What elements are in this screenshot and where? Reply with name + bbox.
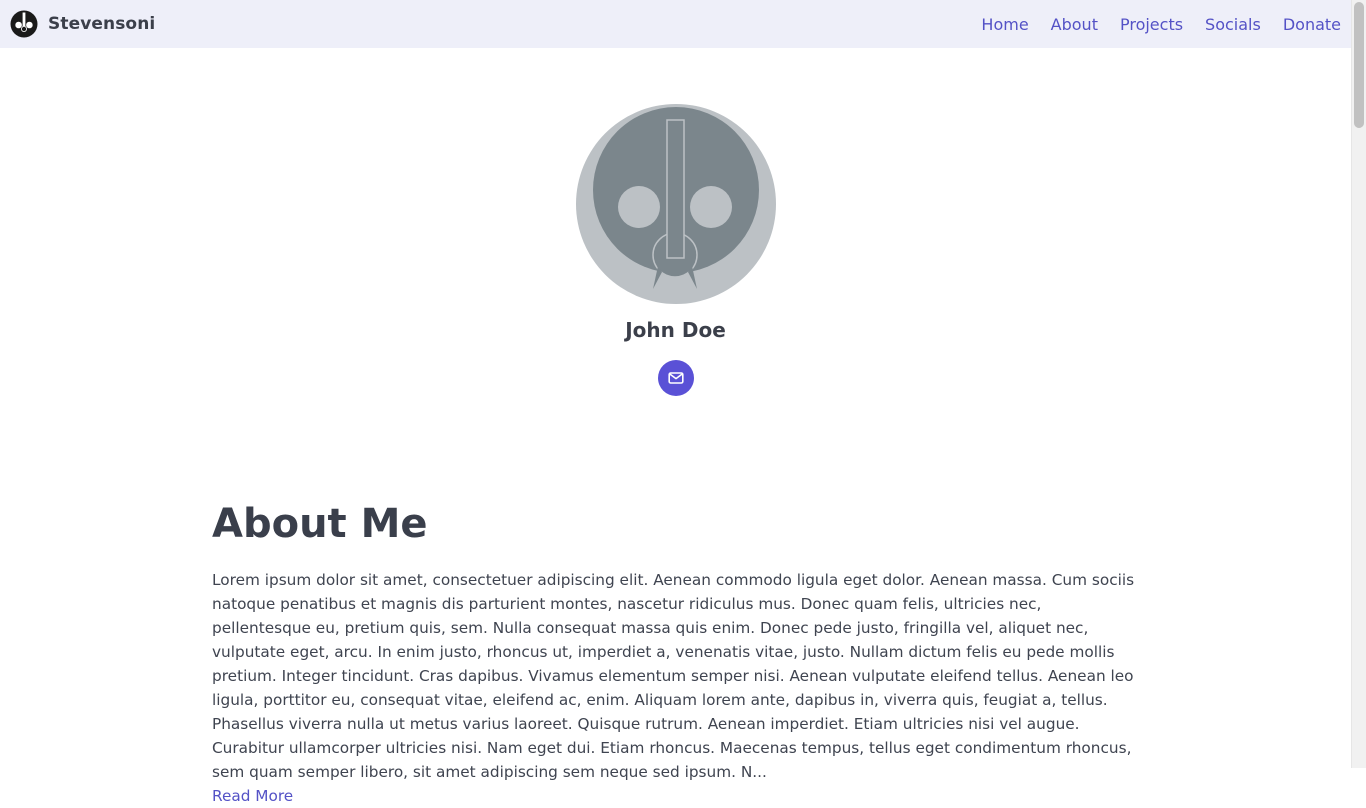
brand[interactable]: Stevensoni: [10, 10, 155, 38]
avatar: [575, 104, 776, 304]
about-title: About Me: [212, 501, 428, 547]
profile-section: John Doe: [0, 104, 1351, 396]
about-section: About Me Lorem ipsum dolor sit amet, con…: [212, 498, 1142, 808]
top-navbar: Stevensoni Home About Projects Socials D…: [0, 0, 1351, 48]
nav-link-about[interactable]: About: [1051, 15, 1098, 34]
email-button[interactable]: [657, 360, 694, 396]
scrollbar-thumb[interactable]: [1354, 2, 1364, 128]
scrollbar[interactable]: [1351, 0, 1366, 768]
nav-link-home[interactable]: Home: [981, 15, 1028, 34]
nav-link-donate[interactable]: Donate: [1283, 15, 1341, 34]
mail-icon: [667, 372, 684, 384]
nav-link-projects[interactable]: Projects: [1120, 15, 1183, 34]
brand-name: Stevensoni: [48, 14, 156, 34]
profile-name: John Doe: [625, 318, 726, 342]
logo-icon: [10, 10, 38, 38]
about-text: Lorem ipsum dolor sit amet, consectetuer…: [212, 571, 1135, 781]
nav-links: Home About Projects Socials Donate: [981, 15, 1341, 34]
nav-link-socials[interactable]: Socials: [1205, 15, 1261, 34]
read-more-link[interactable]: Read More: [212, 784, 1142, 808]
